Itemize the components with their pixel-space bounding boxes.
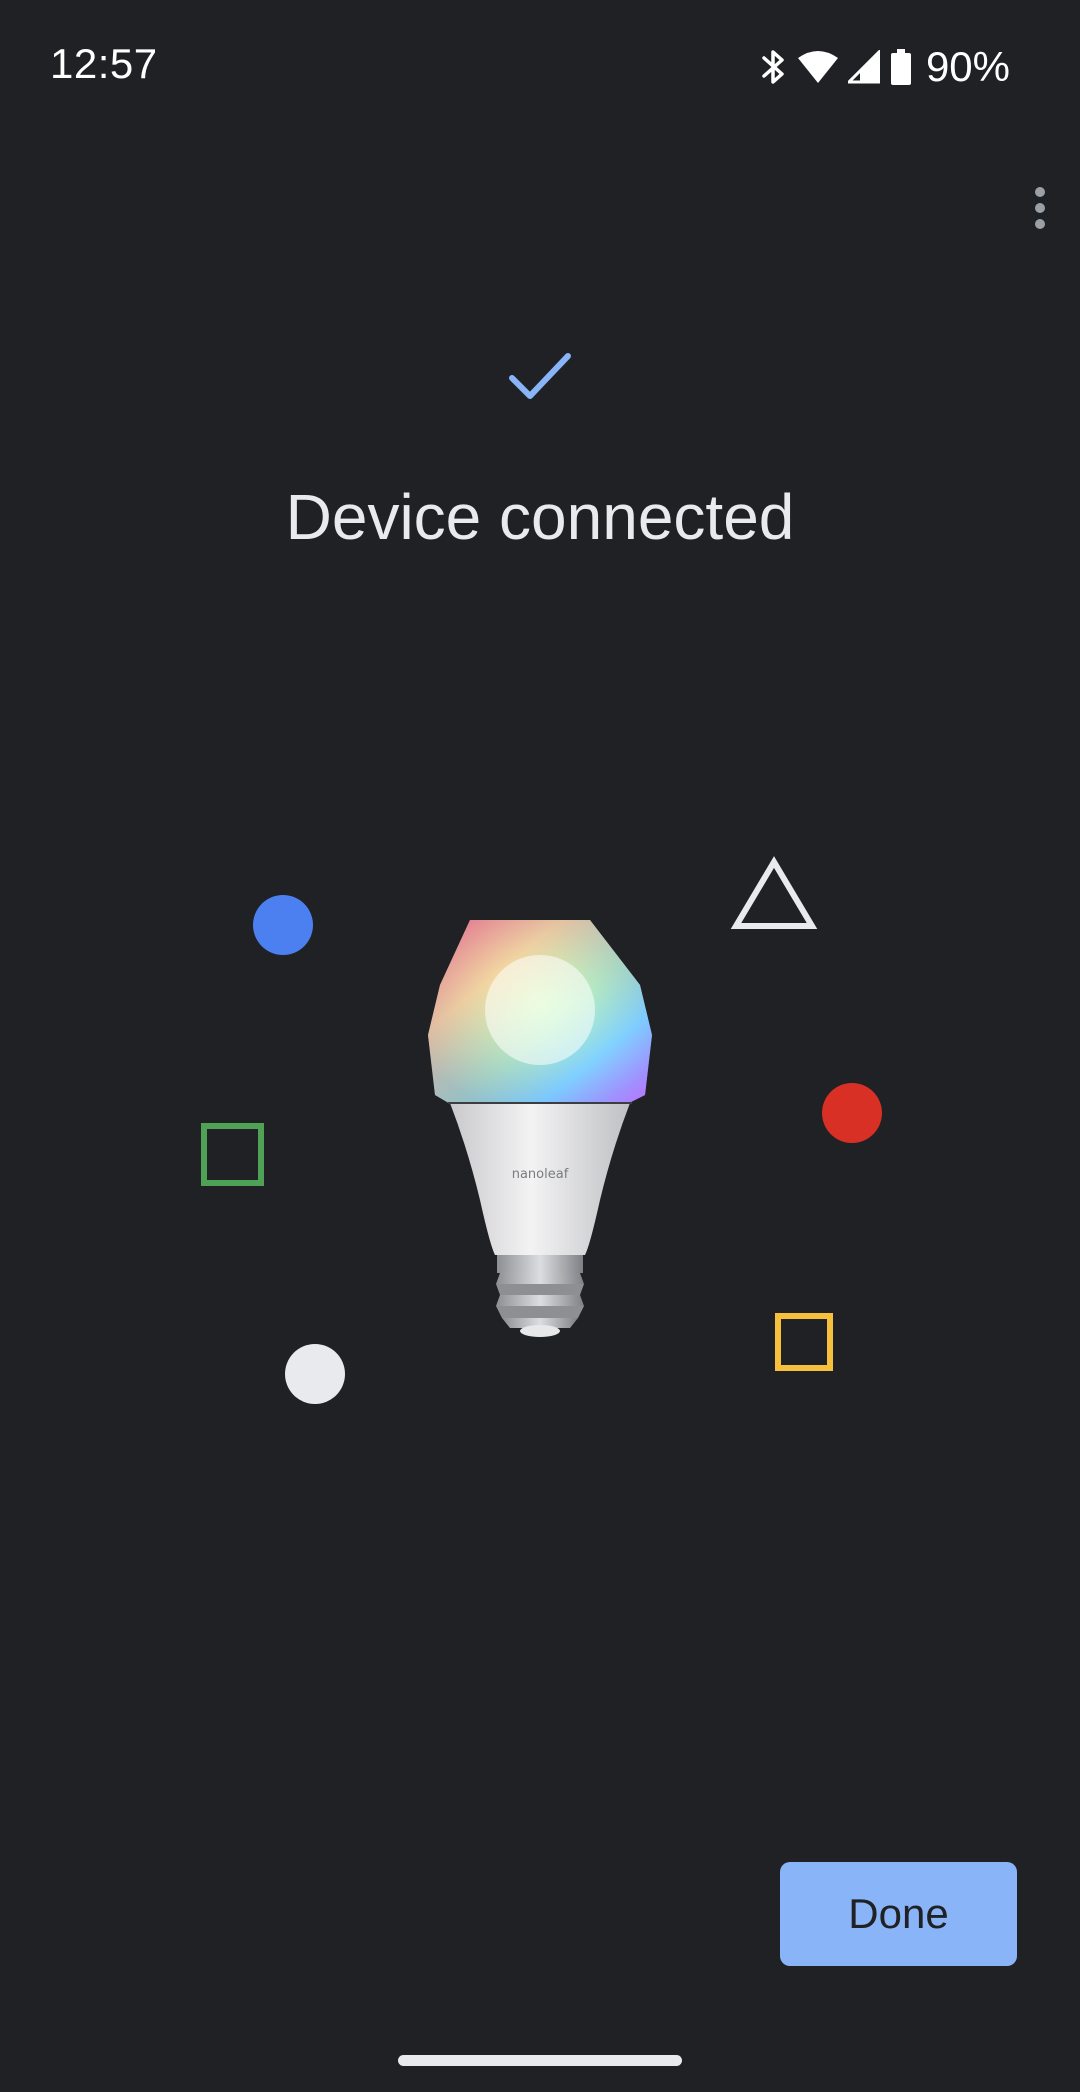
white-circle [285, 1344, 345, 1404]
page-title: Device connected [285, 481, 795, 553]
more-options-button[interactable] [1000, 170, 1080, 250]
bluetooth-icon [760, 47, 788, 87]
battery-percent: 90% [925, 43, 1010, 90]
status-time: 12:57 [50, 40, 158, 87]
red-circle [822, 1083, 882, 1143]
green-square [201, 1123, 264, 1186]
svg-text:nanoleaf: nanoleaf [512, 1167, 569, 1182]
check-icon [508, 350, 572, 402]
more-vert-icon [1034, 186, 1046, 235]
battery-icon [890, 49, 912, 85]
cell-signal-icon [847, 50, 880, 84]
done-button[interactable]: Done [780, 1862, 1017, 1966]
status-icons: 90% [760, 40, 1010, 94]
status-bar: 12:57 90% [0, 0, 1080, 130]
white-triangle [730, 856, 818, 929]
yellow-square [775, 1313, 833, 1371]
wifi-icon [797, 50, 838, 84]
home-indicator[interactable] [398, 2055, 682, 2066]
device-illustration: nanoleaf [201, 856, 882, 1404]
blue-circle [253, 895, 313, 955]
smart-bulb-image: nanoleaf [428, 920, 652, 1337]
